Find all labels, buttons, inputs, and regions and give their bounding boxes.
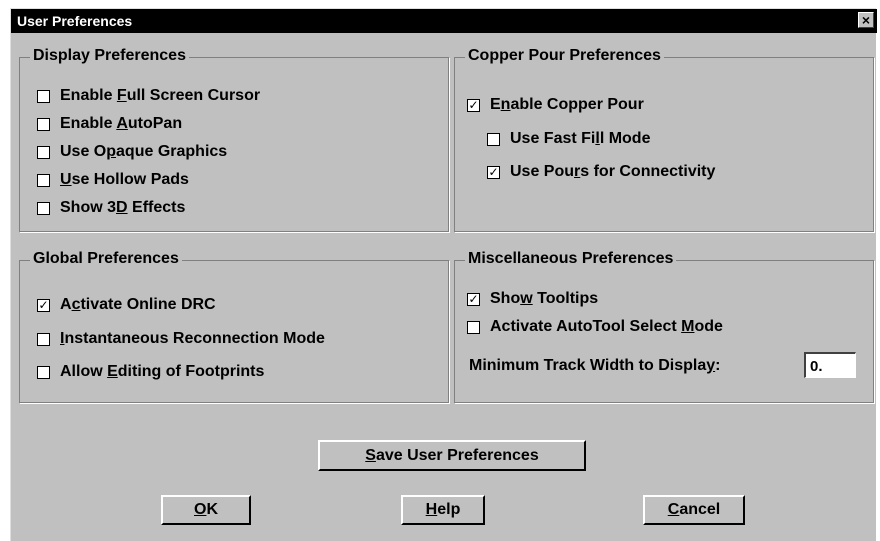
display-preferences-title: Display Preferences [30, 47, 189, 65]
button-label: Cancel [667, 501, 721, 518]
checkbox-label: Enable Copper Pour [490, 96, 644, 113]
checkbox-label: Show Tooltips [490, 290, 599, 307]
global-preferences-group: Global Preferences ✓ Activate Online DRC… [19, 250, 449, 403]
checkbox-box [37, 145, 50, 159]
instantaneous-reconnection-mode-checkbox[interactable]: Instantaneous Reconnection Mode [37, 329, 325, 349]
activate-online-drc-checkbox[interactable]: ✓ Activate Online DRC [37, 295, 216, 315]
window-title: User Preferences [17, 13, 133, 29]
ok-button[interactable]: OK [161, 495, 251, 525]
checkbox-box [37, 201, 50, 215]
use-pours-for-connectivity-checkbox[interactable]: ✓ Use Pours for Connectivity [487, 162, 715, 182]
checkmark-icon: ✓ [467, 97, 480, 112]
allow-editing-of-footprints-checkbox[interactable]: Allow Editing of Footprints [37, 362, 264, 382]
miscellaneous-preferences-group: Miscellaneous Preferences ✓ Show Tooltip… [454, 250, 874, 403]
checkbox-label: Activate AutoTool Select Mode [490, 318, 723, 335]
minimum-track-width-label: Minimum Track Width to Display: [469, 357, 721, 374]
checkbox-box [37, 117, 50, 131]
close-icon: × [861, 12, 871, 28]
checkbox-label: Use Fast Fill Mode [510, 130, 651, 147]
checkbox-label: Allow Editing of Footprints [60, 363, 265, 380]
button-label: OK [193, 501, 218, 518]
checkbox-box [487, 132, 500, 146]
checkbox-label: Activate Online DRC [60, 296, 216, 313]
display-preferences-group: Display Preferences Enable Full Screen C… [19, 47, 449, 232]
checkbox-label: Instantaneous Reconnection Mode [60, 330, 325, 347]
checkbox-label: Use Hollow Pads [60, 171, 189, 188]
button-label: Help [425, 501, 461, 518]
minimum-track-width-input[interactable]: 0. [804, 352, 856, 378]
enable-autopan-checkbox[interactable]: Enable AutoPan [37, 114, 182, 134]
save-user-preferences-button[interactable]: Save User Preferences [318, 440, 586, 471]
close-button[interactable]: × [858, 12, 874, 28]
use-fast-fill-mode-checkbox[interactable]: Use Fast Fill Mode [487, 129, 650, 149]
global-preferences-title: Global Preferences [30, 250, 182, 268]
show-tooltips-checkbox[interactable]: ✓ Show Tooltips [467, 289, 598, 309]
checkbox-label: Use Pours for Connectivity [510, 163, 716, 180]
checkbox-label: Use Opaque Graphics [60, 143, 228, 160]
checkmark-icon: ✓ [37, 297, 50, 312]
enable-full-screen-cursor-checkbox[interactable]: Enable Full Screen Cursor [37, 86, 260, 106]
enable-copper-pour-checkbox[interactable]: ✓ Enable Copper Pour [467, 95, 644, 115]
miscellaneous-preferences-title: Miscellaneous Preferences [465, 250, 677, 268]
checkmark-icon: ✓ [487, 164, 500, 179]
checkbox-label: Show 3D Effects [60, 199, 186, 216]
activate-autotool-select-mode-checkbox[interactable]: Activate AutoTool Select Mode [467, 317, 723, 337]
user-preferences-dialog: User Preferences × Display Preferences E… [10, 8, 877, 541]
help-button[interactable]: Help [401, 495, 485, 525]
checkbox-label: Enable Full Screen Cursor [60, 87, 261, 104]
show-3d-effects-checkbox[interactable]: Show 3D Effects [37, 198, 185, 218]
checkbox-box [37, 89, 50, 103]
checkbox-box [37, 332, 50, 346]
copper-pour-preferences-group: Copper Pour Preferences ✓ Enable Copper … [454, 47, 874, 232]
title-bar: User Preferences × [11, 9, 877, 33]
use-hollow-pads-checkbox[interactable]: Use Hollow Pads [37, 170, 189, 190]
copper-pour-preferences-title: Copper Pour Preferences [465, 47, 664, 65]
checkbox-box [37, 365, 50, 379]
checkmark-icon: ✓ [467, 291, 480, 306]
checkbox-box [37, 173, 50, 187]
cancel-button[interactable]: Cancel [643, 495, 745, 525]
button-label: Save User Preferences [365, 446, 539, 464]
checkbox-box [467, 320, 480, 334]
use-opaque-graphics-checkbox[interactable]: Use Opaque Graphics [37, 142, 227, 162]
checkbox-label: Enable AutoPan [60, 115, 183, 132]
